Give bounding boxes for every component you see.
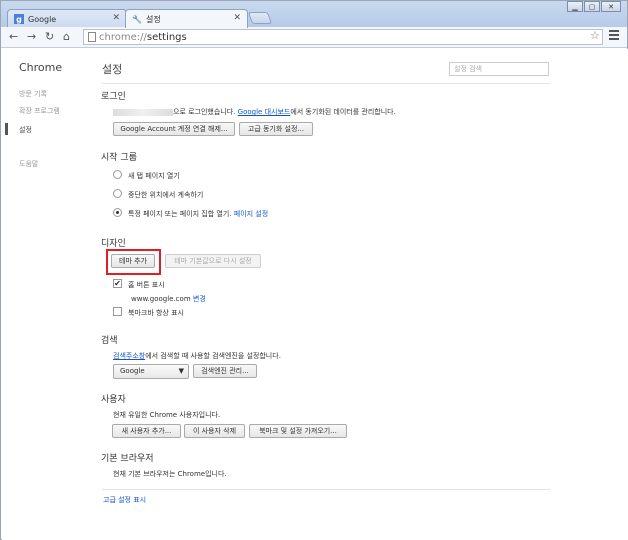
option-new-tab: 새 탭 페이지 열기: [128, 172, 180, 180]
sidebar-item-settings[interactable]: 설정: [19, 125, 32, 135]
address-bar[interactable]: chrome:// settings: [83, 29, 603, 45]
forward-arrow-icon[interactable]: →: [27, 30, 36, 43]
tab-google[interactable]: g Google ✕: [7, 9, 127, 28]
design-heading: 디자인: [101, 239, 126, 249]
show-advanced-settings-link[interactable]: 고급 설정 표시: [103, 495, 146, 505]
login-heading: 로그인: [101, 92, 126, 102]
option-continue: 중단한 위치에서 계속하기: [128, 191, 204, 199]
search-heading: 검색: [101, 336, 118, 346]
default-browser-heading: 기본 브라우저: [101, 454, 154, 464]
minimize-icon[interactable]: ▁: [567, 1, 583, 12]
browser-toolbar: ← → ↻ ⌂ chrome:// settings ☆: [1, 27, 627, 48]
radio-specific-pages[interactable]: [113, 208, 122, 217]
home-button-checkbox[interactable]: ✔: [113, 279, 122, 288]
blurred-email: [113, 108, 173, 116]
page-title: 설정: [102, 63, 123, 76]
title-bar: g Google ✕ 🔧 설정 ✕ ▁ ▢ ✕: [1, 1, 627, 28]
tab-title: 설정: [146, 14, 161, 24]
search-engine-select[interactable]: Google ▼: [113, 364, 189, 379]
users-description: 현재 유일한 Chrome 사용자입니다.: [113, 411, 221, 419]
reload-icon[interactable]: ↻: [45, 30, 54, 43]
browser-window: g Google ✕ 🔧 설정 ✕ ▁ ▢ ✕ ← → ↻ ⌂ chrome:/…: [0, 0, 628, 540]
page-icon: [88, 32, 96, 42]
advanced-sync-button[interactable]: 고급 동기화 설정...: [239, 122, 313, 136]
home-button-label: 홈 버튼 표시: [128, 281, 165, 289]
window-controls: ▁ ▢ ✕: [566, 1, 621, 12]
radio-continue[interactable]: [113, 189, 122, 198]
users-heading: 사용자: [101, 395, 126, 405]
login-status: 으로 로그인했습니다. Google 대시보드에서 동기화된 데이터를 관리합니…: [113, 107, 396, 117]
close-icon[interactable]: ✕: [601, 1, 621, 12]
bookmark-star-icon[interactable]: ☆: [590, 29, 600, 42]
tab-title: Google: [28, 14, 57, 24]
default-browser-description: 현재 기본 브라우저는 Chrome입니다.: [113, 470, 227, 478]
sidebar-item-extensions[interactable]: 확장 프로그램: [19, 106, 60, 116]
divider: [102, 83, 550, 84]
google-dashboard-link[interactable]: Google 대시보드: [238, 108, 291, 116]
add-theme-button[interactable]: 테마 추가: [111, 254, 155, 268]
google-favicon-icon: g: [14, 14, 24, 24]
search-description: 검색주소창에서 검색할 때 사용할 검색엔진을 설정합니다.: [113, 352, 281, 360]
disconnect-account-button[interactable]: Google Account 계정 연결 해제...: [113, 122, 235, 136]
bookmarks-bar-checkbox[interactable]: [113, 307, 122, 316]
add-user-button[interactable]: 새 사용자 추가...: [112, 424, 181, 438]
dropdown-arrow-icon: ▼: [178, 367, 184, 375]
option-specific-pages: 특정 페이지 또는 페이지 집합 열기. 페이지 설정: [128, 210, 269, 218]
radio-new-tab[interactable]: [113, 170, 122, 179]
delete-user-button[interactable]: 이 사용자 삭제: [184, 424, 245, 438]
home-icon[interactable]: ⌂: [63, 30, 70, 43]
url-path: settings: [146, 31, 187, 43]
omnibox-link[interactable]: 검색주소창: [113, 352, 145, 360]
url-scheme: chrome://: [99, 31, 147, 43]
close-tab-icon[interactable]: ✕: [233, 13, 241, 23]
bookmarks-bar-label: 북마크바 항상 표시: [128, 309, 184, 317]
sidebar-item-help[interactable]: 도움말: [19, 159, 38, 169]
sidebar-title: Chrome: [19, 61, 63, 74]
back-arrow-icon[interactable]: ←: [9, 30, 18, 43]
settings-page: Chrome 방문 기록 확장 프로그램 설정 도움말 설정 설정 검색 로그인…: [2, 49, 628, 540]
set-pages-link[interactable]: 페이지 설정: [234, 210, 268, 218]
manage-search-engines-button[interactable]: 검색엔진 관리...: [193, 364, 257, 378]
reset-theme-button: 테마 기본값으로 다시 설정: [165, 254, 261, 268]
wrench-icon: 🔧: [132, 14, 142, 24]
tab-settings[interactable]: 🔧 설정 ✕: [125, 9, 248, 28]
menu-icon[interactable]: [609, 30, 619, 42]
home-url: www.google.com 변경: [131, 295, 206, 303]
sidebar-selected-marker: [5, 123, 8, 135]
sidebar-item-history[interactable]: 방문 기록: [19, 89, 47, 99]
change-home-link[interactable]: 변경: [193, 295, 206, 303]
close-tab-icon[interactable]: ✕: [112, 13, 120, 23]
new-tab-button[interactable]: [247, 12, 273, 24]
divider: [102, 489, 550, 490]
startup-heading: 시작 그룹: [101, 153, 137, 163]
import-bookmarks-button[interactable]: 북마크 및 설정 가져오기...: [249, 424, 347, 438]
settings-search-input[interactable]: 설정 검색: [449, 62, 549, 76]
maximize-icon[interactable]: ▢: [584, 1, 600, 12]
